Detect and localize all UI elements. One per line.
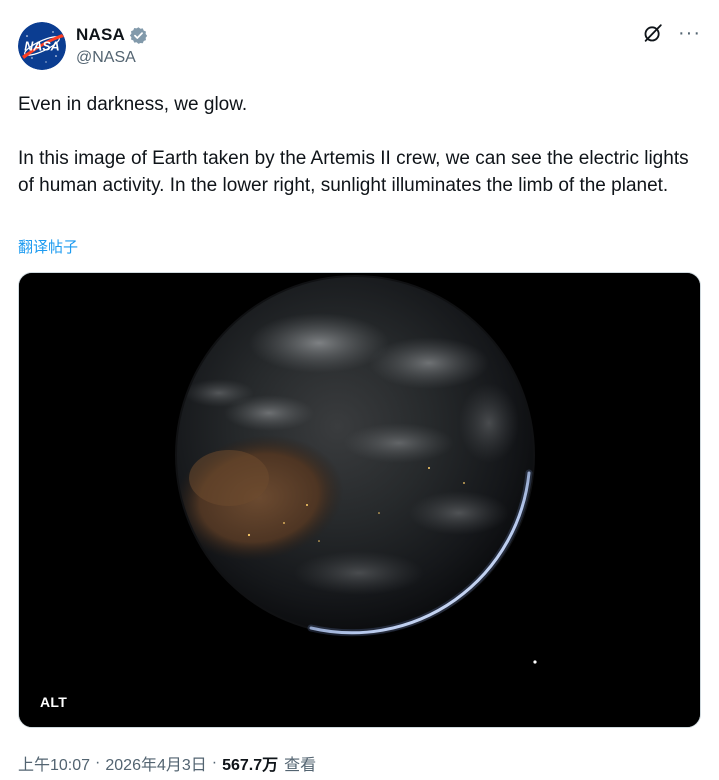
author-handle[interactable]: @NASA — [76, 49, 136, 67]
earth-at-night-photo-icon — [19, 273, 700, 727]
author-display-name[interactable]: NASA — [76, 25, 125, 45]
nasa-meatball-logo-icon: NASA — [18, 22, 66, 70]
separator-dot: · — [95, 754, 101, 771]
post-date[interactable]: 2026年4月3日 — [105, 751, 206, 775]
alt-text-badge[interactable]: ALT — [33, 691, 75, 713]
verified-badge-icon[interactable] — [129, 26, 148, 45]
avatar[interactable]: NASA — [18, 22, 66, 70]
svg-text:NASA: NASA — [24, 40, 59, 54]
author-name-row: NASA — [76, 24, 148, 46]
header-actions: ··· — [642, 22, 701, 44]
post-text-line-2: In this image of Earth taken by the Arte… — [18, 148, 689, 196]
post-media[interactable]: ALT — [18, 272, 701, 728]
view-count: 567.7万 — [222, 757, 279, 774]
post-header: NASA NASA @NASA ··· — [18, 20, 701, 70]
post-time[interactable]: 上午10:07 — [18, 751, 90, 775]
post-text: Even in darkness, we glow. In this image… — [18, 91, 701, 199]
more-options-icon[interactable]: ··· — [678, 23, 701, 43]
translate-post-link[interactable]: 翻译帖子 — [18, 236, 78, 257]
post-metadata: 上午10:07 · 2026年4月3日 · 567.7万 查看 — [18, 751, 316, 775]
view-label: 查看 — [284, 757, 317, 774]
separator-dot: · — [211, 754, 218, 771]
grok-icon[interactable] — [642, 22, 664, 44]
post-text-line-1: Even in darkness, we glow. — [18, 94, 248, 115]
